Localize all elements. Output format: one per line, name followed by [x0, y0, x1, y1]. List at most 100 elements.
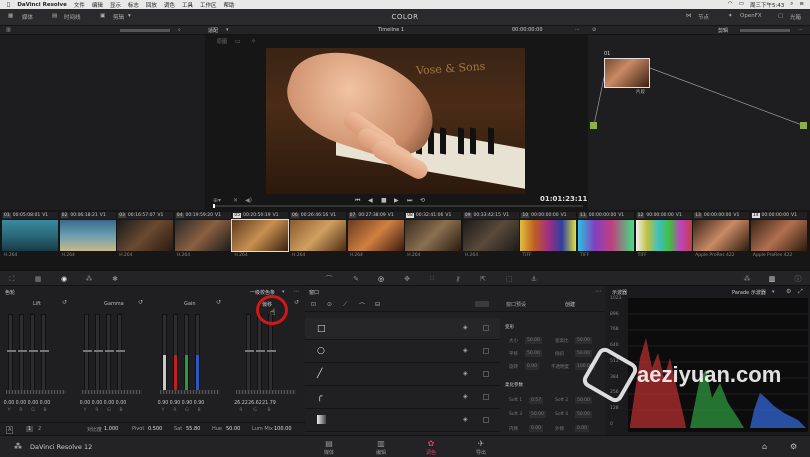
page-2-button[interactable]: 2 — [38, 426, 41, 432]
menu-help[interactable]: 帮助 — [223, 1, 234, 9]
home-icon[interactable]: ⌂ — [762, 442, 767, 451]
offset-sliders[interactable] — [245, 314, 276, 392]
invert-icon[interactable]: ◈ — [463, 324, 468, 331]
reset-icon[interactable]: ↺ — [294, 299, 299, 306]
create-button[interactable]: 创建 — [565, 301, 575, 308]
apple-icon[interactable]:  — [7, 2, 10, 8]
search-icon[interactable]: ⌕ — [178, 27, 181, 33]
menu-mark[interactable]: 标志 — [128, 1, 139, 9]
clip-thumbnail[interactable] — [578, 220, 634, 251]
page-edit-button[interactable]: ▥ 编辑 — [366, 439, 396, 456]
clip-thumbnail[interactable] — [462, 220, 519, 251]
sat-field[interactable]: 55.80 — [186, 426, 200, 432]
lightbox-label[interactable]: 光箱 — [790, 13, 801, 21]
viewer-mode-icon[interactable]: 原图 — [217, 38, 227, 45]
camera-raw-icon[interactable]: ⛶ — [8, 275, 16, 283]
pan-field[interactable]: 50.00 — [525, 350, 542, 357]
timeline-clip[interactable]: 14 00:00:00:00 V1 Apple ProRes 422 — [750, 212, 807, 268]
window-row-linear[interactable]: ╱ ◈ — [305, 364, 500, 386]
invert-icon[interactable]: ◈ — [463, 416, 468, 423]
clip-thumbnail[interactable] — [693, 220, 750, 251]
node-input-icon[interactable] — [590, 122, 597, 129]
invert-icon[interactable]: ◈ — [463, 393, 468, 400]
keyframe-icon[interactable]: ⚓ — [530, 275, 538, 283]
curves-icon[interactable]: ⌒ — [325, 275, 333, 283]
enable-checkbox[interactable] — [483, 417, 489, 423]
clip-thumbnail[interactable] — [231, 219, 290, 252]
clip-thumbnail[interactable] — [750, 220, 807, 251]
info-icon[interactable]: ⓘ — [794, 275, 802, 283]
timeline-clip[interactable]: 05 00:20:50:19 V1 H.264 — [231, 212, 290, 268]
gain-sliders[interactable] — [162, 314, 200, 392]
window-row-rect[interactable]: □ ◈ — [305, 318, 500, 340]
battery-icon[interactable]: ▭ — [739, 1, 744, 9]
enable-checkbox[interactable] — [483, 371, 489, 377]
lift-master-dial[interactable] — [6, 390, 66, 394]
more-icon[interactable]: ⋯ — [575, 27, 580, 33]
soft3-field[interactable]: 50.00 — [529, 411, 546, 418]
clip-thumbnail[interactable] — [290, 220, 346, 251]
qualifier-icon[interactable]: ✎ — [352, 275, 360, 283]
enable-checkbox[interactable] — [483, 394, 489, 400]
search-icon[interactable]: ⌕ — [790, 1, 793, 9]
menu-list-icon[interactable]: ≡ — [799, 1, 804, 9]
inside-field[interactable]: 0.00 — [529, 425, 544, 432]
lummix-field[interactable]: 100.00 — [274, 426, 292, 432]
key-icon[interactable]: ⚷ — [454, 275, 462, 283]
playhead[interactable] — [213, 204, 215, 208]
window-row-curve[interactable]: ╭ ◈ — [305, 387, 500, 409]
window-row-gradient[interactable]: ◈ — [305, 410, 500, 432]
timeline-clip[interactable]: 07 00:27:38:09 V1 H.264 — [347, 212, 404, 268]
viewer-timecode-top[interactable]: 00:00:00:00 — [512, 27, 543, 33]
timeline-clip[interactable]: 09 00:33:42:15 V1 H.264 — [462, 212, 519, 268]
circle-add-icon[interactable]: ⊙ — [327, 301, 332, 308]
gamma-sliders[interactable] — [83, 314, 125, 392]
more-icon[interactable]: ⋯ — [595, 288, 601, 295]
speaker-icon[interactable]: ◀) — [245, 197, 252, 204]
play-reverse-icon[interactable]: ◀ — [368, 197, 373, 204]
page-1-button[interactable]: 1 — [26, 426, 34, 432]
timeline-clip[interactable]: 04 00:19:59:20 V1 H.264 — [174, 212, 231, 268]
node-mode-dropdown[interactable]: 剪辑 — [718, 27, 728, 34]
contrast-field[interactable]: 1.000 — [104, 426, 118, 432]
skip-back-icon[interactable]: ⏮ — [355, 197, 360, 205]
timeline-clip[interactable]: 01 00:05:08:01 V1 H.264 — [2, 212, 58, 268]
reset-icon[interactable]: ↺ — [216, 299, 221, 306]
outside-field[interactable]: 0.00 — [575, 425, 590, 432]
close-icon[interactable]: ✕ — [233, 197, 238, 204]
line-add-icon[interactable]: ⟋ — [343, 301, 347, 309]
timeline-clip[interactable]: 02 00:06:18:21 V1 H.264 — [59, 212, 116, 268]
clip-thumbnail[interactable] — [520, 220, 577, 251]
node-zoom-slider[interactable] — [740, 29, 790, 32]
pivot-field[interactable]: 0.500 — [148, 426, 162, 432]
nodes-icon[interactable]: ⋈ — [686, 13, 692, 19]
menu-app-name[interactable]: DaVinci Resolve — [17, 2, 67, 8]
scrubber-bar[interactable] — [213, 204, 583, 208]
reset-icon[interactable]: ↺ — [138, 299, 143, 306]
gradient-add-icon[interactable]: ⊟ — [375, 301, 380, 308]
gain-master-dial[interactable] — [160, 390, 220, 394]
rgb-mixer-icon[interactable]: ⁂ — [85, 275, 93, 283]
clip-thumbnail[interactable] — [174, 220, 231, 251]
menu-color[interactable]: 调色 — [164, 1, 175, 9]
size-field[interactable]: 50.00 — [525, 337, 542, 344]
window-icon[interactable]: ◎ — [377, 275, 385, 283]
soft4-field[interactable]: 50.00 — [575, 411, 592, 418]
hue-field[interactable]: 50.00 — [226, 426, 240, 432]
motion-effects-icon[interactable]: ✱ — [111, 275, 119, 283]
node-settings-icon[interactable]: ⊘ — [592, 27, 596, 33]
timeline-clip[interactable]: 06 00:26:46:16 V1 H.264 — [290, 212, 346, 268]
3d-icon[interactable]: ⬚ — [505, 275, 513, 283]
pointer-icon[interactable]: ⊕▾ — [213, 197, 221, 204]
rect-add-icon[interactable]: ⊡ — [311, 301, 316, 308]
soft1-field[interactable]: 0.57 — [529, 397, 544, 404]
menu-workspace[interactable]: 工作区 — [200, 1, 217, 9]
play-icon[interactable]: ▶ — [394, 197, 399, 204]
clip-thumbnail[interactable] — [2, 220, 58, 251]
offset-master-dial[interactable] — [236, 390, 296, 394]
timeline-clip[interactable]: 08 00:32:41:06 V1 H.264 — [405, 212, 462, 268]
timeline-clip[interactable]: 12 00:00:00:00 V1 TIFF — [635, 212, 692, 268]
gamma-master-dial[interactable] — [82, 390, 142, 394]
page-deliver-button[interactable]: ✈ 导出 — [466, 439, 496, 456]
menu-edit[interactable]: 编辑 — [92, 1, 103, 9]
